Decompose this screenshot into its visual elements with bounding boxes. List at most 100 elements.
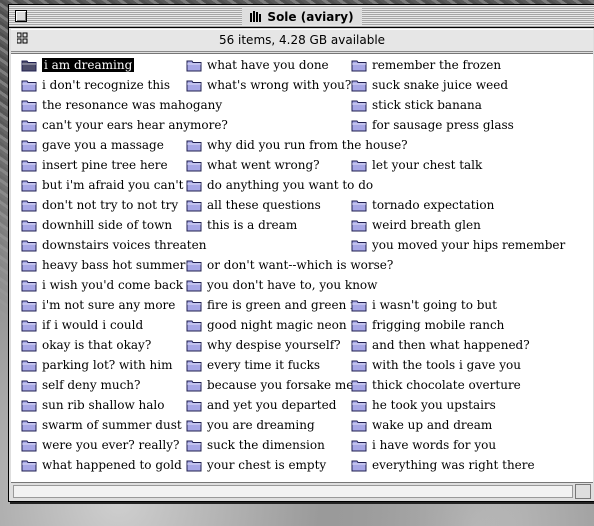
folder-icon [351,159,367,172]
folder-content[interactable]: i am dreaming i don't recognize this the… [11,53,593,482]
title-bar[interactable]: Sole (aviary) [9,5,594,28]
folder-item[interactable]: suck snake juice weed [351,76,521,94]
folder-item[interactable]: but i'm afraid you can't [21,176,191,194]
folder-item[interactable]: if i would i could [21,316,191,334]
folder-item[interactable]: weird breath glen [351,216,521,234]
folder-item[interactable]: downhill side of town [21,216,191,234]
folder-icon [186,79,202,92]
folder-item[interactable]: the resonance was mahogany [21,96,222,114]
folder-icon [351,399,367,412]
folder-item[interactable]: or don't want--which is worse? [186,256,393,274]
folder-item[interactable]: this is a dream [186,216,356,234]
folder-item[interactable]: sun rib shallow halo [21,396,191,414]
folder-icon [186,259,202,272]
folder-item[interactable]: what happened to gold [21,456,191,474]
folder-item[interactable]: for sausage press glass [351,116,521,134]
folder-item[interactable]: you don't have to, you know [186,276,377,294]
folder-icon [21,259,37,272]
folder-label: were you ever? really? [42,438,180,452]
folder-item[interactable]: frigging mobile ranch [351,316,521,334]
folder-item[interactable]: i'm not sure any more [21,296,191,314]
folder-item[interactable]: were you ever? really? [21,436,191,454]
window-title: Sole (aviary) [267,9,354,24]
horizontal-scrollbar[interactable] [11,482,593,499]
folder-label: for sausage press glass [372,118,514,132]
folder-label: what's wrong with you? [207,78,352,92]
folder-icon [351,319,367,332]
folder-item[interactable]: why despise yourself? [186,336,356,354]
folder-item[interactable]: your chest is empty [186,456,356,474]
folder-item[interactable]: you are dreaming [186,416,356,434]
folder-item[interactable]: every time it fucks [186,356,356,374]
folder-item[interactable]: because you forsake me [186,376,356,394]
folder-item[interactable]: good night magic neon [186,316,356,334]
folder-item[interactable]: let your chest talk [351,156,521,174]
folder-label: why despise yourself? [207,338,341,352]
folder-label: because you forsake me [207,378,354,392]
folder-label: i have words for you [372,438,497,452]
resize-grow-box[interactable] [575,484,591,499]
folder-label: downstairs voices threaten [42,238,207,252]
folder-item[interactable]: i wasn't going to but [351,296,521,314]
folder-item[interactable]: self deny much? [21,376,191,394]
folder-item[interactable]: he took you upstairs [351,396,521,414]
folder-item[interactable]: downstairs voices threaten [21,236,206,254]
folder-label: okay is that okay? [42,338,152,352]
folder-item[interactable]: fire is green and green is [186,296,360,314]
folder-icon [21,319,37,332]
folder-item[interactable]: don't not try to not try [21,196,191,214]
folder-label: i wasn't going to but [372,298,497,312]
folder-item[interactable]: swarm of summer dust [21,416,191,434]
folder-icon [186,419,202,432]
folder-item[interactable]: what's wrong with you? [186,76,356,94]
folder-item[interactable]: stick stick banana [351,96,521,114]
folder-label: tornado expectation [372,198,495,212]
folder-item[interactable]: okay is that okay? [21,336,191,354]
folder-label: with the tools i gave you [372,358,521,372]
folder-icon [21,199,37,212]
folder-item[interactable]: what went wrong? [186,156,356,174]
folder-label: fire is green and green is [207,298,361,312]
folder-item[interactable]: and yet you departed [186,396,356,414]
folder-icon [186,359,202,372]
folder-item[interactable]: i don't recognize this [21,76,191,94]
folder-icon [351,119,367,132]
folder-item[interactable]: what have you done [186,56,356,74]
folder-icon [186,159,202,172]
folder-item[interactable]: and then what happened? [351,336,530,354]
folder-icon [21,59,37,72]
scroll-track[interactable] [13,485,573,498]
folder-icon [21,379,37,392]
folder-icon [186,319,202,332]
folder-item[interactable]: everything was right there [351,456,535,474]
folder-icon [186,279,202,292]
folder-icon [21,159,37,172]
folder-item[interactable]: do anything you want to do [186,176,373,194]
folder-item[interactable]: tornado expectation [351,196,521,214]
folder-item[interactable]: heavy bass hot summer [21,256,191,274]
folder-label: you don't have to, you know [207,278,378,292]
folder-icon [351,99,367,112]
folder-label: sun rib shallow halo [42,398,165,412]
folder-item[interactable]: can't your ears hear anymore? [21,116,228,134]
folder-item[interactable]: thick chocolate overture [351,376,521,394]
folder-item[interactable]: all these questions [186,196,356,214]
info-bar: 56 items, 4.28 GB available [11,29,593,52]
folder-item[interactable]: parking lot? with him [21,356,191,374]
folder-item[interactable]: i wish you'd come back [21,276,191,294]
folder-item[interactable]: i am dreaming [21,56,191,74]
folder-item[interactable]: why did you run from the house? [186,136,408,154]
folder-item[interactable]: insert pine tree here [21,156,191,174]
folder-icon [186,59,202,72]
folder-item[interactable]: wake up and dream [351,416,521,434]
folder-item[interactable]: suck the dimension [186,436,356,454]
folder-item[interactable]: with the tools i gave you [351,356,521,374]
folder-item[interactable]: gave you a massage [21,136,191,154]
folder-label: i don't recognize this [42,78,171,92]
folder-icon [351,219,367,232]
folder-item[interactable]: i have words for you [351,436,521,454]
folder-item[interactable]: you moved your hips remember [351,236,565,254]
finder-window[interactable]: Sole (aviary) 56 items, 4.28 GB availabl… [8,4,594,502]
folder-item[interactable]: remember the frozen [351,56,521,74]
folder-icon [186,199,202,212]
